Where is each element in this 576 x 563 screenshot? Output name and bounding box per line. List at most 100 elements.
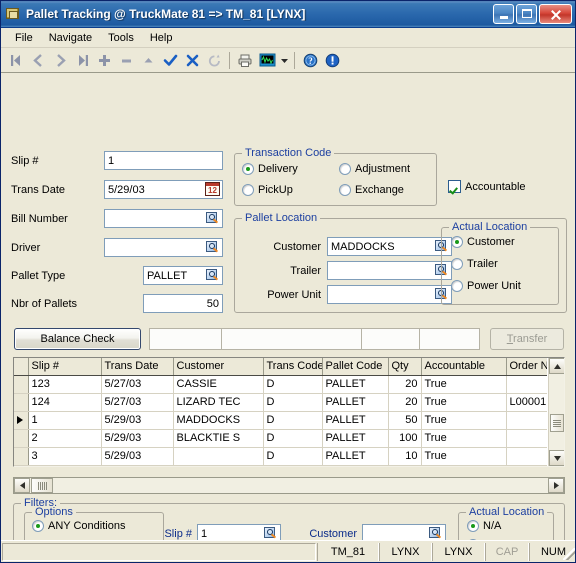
- pallet-location-trailer-field[interactable]: [327, 261, 452, 280]
- grid-horizontal-scrollbar[interactable]: [13, 477, 565, 494]
- insert-record-icon[interactable]: [93, 50, 115, 71]
- first-record-icon[interactable]: [5, 50, 27, 71]
- close-button[interactable]: [539, 4, 572, 24]
- filter-customer-input[interactable]: [365, 527, 426, 540]
- cell-pallet-code[interactable]: PALLET: [322, 393, 389, 412]
- hscroll-thumb[interactable]: [31, 478, 53, 493]
- filter-slip-input[interactable]: [200, 527, 261, 540]
- help-icon[interactable]: ?: [299, 50, 321, 71]
- radio-pickup[interactable]: PickUp: [242, 184, 293, 196]
- trans-date-field[interactable]: 12: [104, 180, 223, 199]
- nbr-of-pallets-field[interactable]: [143, 294, 223, 313]
- cell-qty[interactable]: 20: [388, 375, 422, 394]
- menu-help[interactable]: Help: [142, 30, 181, 46]
- cell-qty[interactable]: 10: [388, 447, 422, 466]
- scroll-down-button[interactable]: [549, 450, 564, 466]
- edit-record-icon[interactable]: [137, 50, 159, 71]
- menu-tools[interactable]: Tools: [100, 30, 142, 46]
- cell-accountable[interactable]: True: [421, 447, 507, 466]
- driver-field[interactable]: [104, 238, 223, 257]
- grid-col-pallet-code[interactable]: Pallet Code: [322, 358, 389, 376]
- cell-trans-code[interactable]: D: [263, 411, 323, 430]
- delete-record-icon[interactable]: [115, 50, 137, 71]
- cell-trans-code[interactable]: D: [263, 429, 323, 448]
- cell-customer[interactable]: BLACKTIE S: [173, 429, 264, 448]
- grid-vertical-scrollbar[interactable]: [548, 358, 564, 466]
- calendar-icon[interactable]: 12: [205, 182, 220, 197]
- cell-accountable[interactable]: True: [421, 393, 507, 412]
- grid-col-qty[interactable]: Qty: [388, 358, 422, 376]
- cell-pallet-code[interactable]: PALLET: [322, 375, 389, 394]
- transfer-button[interactable]: Transfer: [490, 328, 564, 350]
- bill-number-lookup-icon[interactable]: [205, 211, 220, 226]
- grid-col-slip[interactable]: Slip #: [28, 358, 102, 376]
- preview-icon[interactable]: [256, 50, 278, 71]
- grid-col-accountable[interactable]: Accountable: [421, 358, 507, 376]
- cell-slip[interactable]: 123: [28, 375, 102, 394]
- pallet-type-field[interactable]: [143, 266, 223, 285]
- actual-location-radio-power-unit[interactable]: Power Unit: [451, 280, 521, 292]
- grid-col-trans-code[interactable]: Trans Code: [263, 358, 323, 376]
- grid-scroll-thumb[interactable]: [550, 414, 564, 432]
- filter-radio-any[interactable]: ANY Conditions: [32, 520, 125, 532]
- filter-location-radio-na[interactable]: N/A: [467, 520, 501, 532]
- pallet-location-trailer-input[interactable]: [330, 264, 432, 277]
- radio-exchange[interactable]: Exchange: [339, 184, 404, 196]
- balance-check-button[interactable]: Balance Check: [14, 328, 141, 350]
- cell-trans-code[interactable]: D: [263, 375, 323, 394]
- previous-record-icon[interactable]: [27, 50, 49, 71]
- row-indicator[interactable]: [14, 411, 29, 430]
- table-row[interactable]: 2 5/29/03 BLACKTIE S D PALLET 100 True: [14, 429, 547, 448]
- cell-slip[interactable]: 3: [28, 447, 102, 466]
- cell-accountable[interactable]: True: [421, 429, 507, 448]
- cell-order-num[interactable]: [506, 429, 547, 448]
- filter-customer-lookup-icon[interactable]: [428, 526, 443, 541]
- grid-col-customer[interactable]: Customer: [173, 358, 264, 376]
- cell-slip[interactable]: 1: [28, 411, 102, 430]
- cell-order-num[interactable]: L00001: [506, 393, 547, 412]
- table-row[interactable]: 124 5/27/03 LIZARD TEC D PALLET 20 True …: [14, 393, 547, 412]
- row-indicator[interactable]: [14, 429, 29, 448]
- minimize-button[interactable]: [493, 4, 514, 24]
- cell-trans-date[interactable]: 5/29/03: [101, 411, 174, 430]
- cell-pallet-code[interactable]: PALLET: [322, 429, 389, 448]
- cell-order-num[interactable]: [506, 447, 547, 466]
- bill-number-input[interactable]: [107, 212, 203, 225]
- bill-number-field[interactable]: [104, 209, 223, 228]
- pallet-location-power-unit-input[interactable]: [330, 288, 432, 301]
- cell-order-num[interactable]: [506, 375, 547, 394]
- cell-accountable[interactable]: True: [421, 411, 507, 430]
- cell-customer[interactable]: LIZARD TEC: [173, 393, 264, 412]
- cell-qty[interactable]: 100: [388, 429, 422, 448]
- refresh-icon[interactable]: [203, 50, 225, 71]
- post-edit-icon[interactable]: [159, 50, 181, 71]
- nbr-of-pallets-input[interactable]: [146, 297, 220, 310]
- accountable-checkbox[interactable]: Accountable: [448, 180, 526, 193]
- driver-input[interactable]: [107, 241, 203, 254]
- cell-trans-date[interactable]: 5/29/03: [101, 429, 174, 448]
- row-indicator[interactable]: [14, 447, 29, 466]
- pallet-location-customer-field[interactable]: [327, 237, 452, 256]
- cell-customer[interactable]: MADDOCKS: [173, 411, 264, 430]
- cell-qty[interactable]: 20: [388, 393, 422, 412]
- last-record-icon[interactable]: [71, 50, 93, 71]
- scroll-left-button[interactable]: [14, 478, 30, 493]
- slip-number-field[interactable]: [104, 151, 223, 170]
- cell-slip[interactable]: 124: [28, 393, 102, 412]
- cell-qty[interactable]: 50: [388, 411, 422, 430]
- radio-delivery[interactable]: Delivery: [242, 163, 298, 175]
- cell-trans-code[interactable]: D: [263, 447, 323, 466]
- radio-adjustment[interactable]: Adjustment: [339, 163, 410, 175]
- pallet-type-input[interactable]: [146, 269, 203, 282]
- next-record-icon[interactable]: [49, 50, 71, 71]
- scroll-right-button[interactable]: [548, 478, 564, 493]
- print-icon[interactable]: [234, 50, 256, 71]
- cell-pallet-code[interactable]: PALLET: [322, 447, 389, 466]
- cell-accountable[interactable]: True: [421, 375, 507, 394]
- grid-col-order-num[interactable]: Order Num: [506, 358, 547, 376]
- slip-number-input[interactable]: [107, 154, 220, 167]
- trans-date-input[interactable]: [107, 183, 203, 196]
- actual-location-radio-trailer[interactable]: Trailer: [451, 258, 498, 270]
- cell-order-num[interactable]: [506, 411, 547, 430]
- cell-trans-code[interactable]: D: [263, 393, 323, 412]
